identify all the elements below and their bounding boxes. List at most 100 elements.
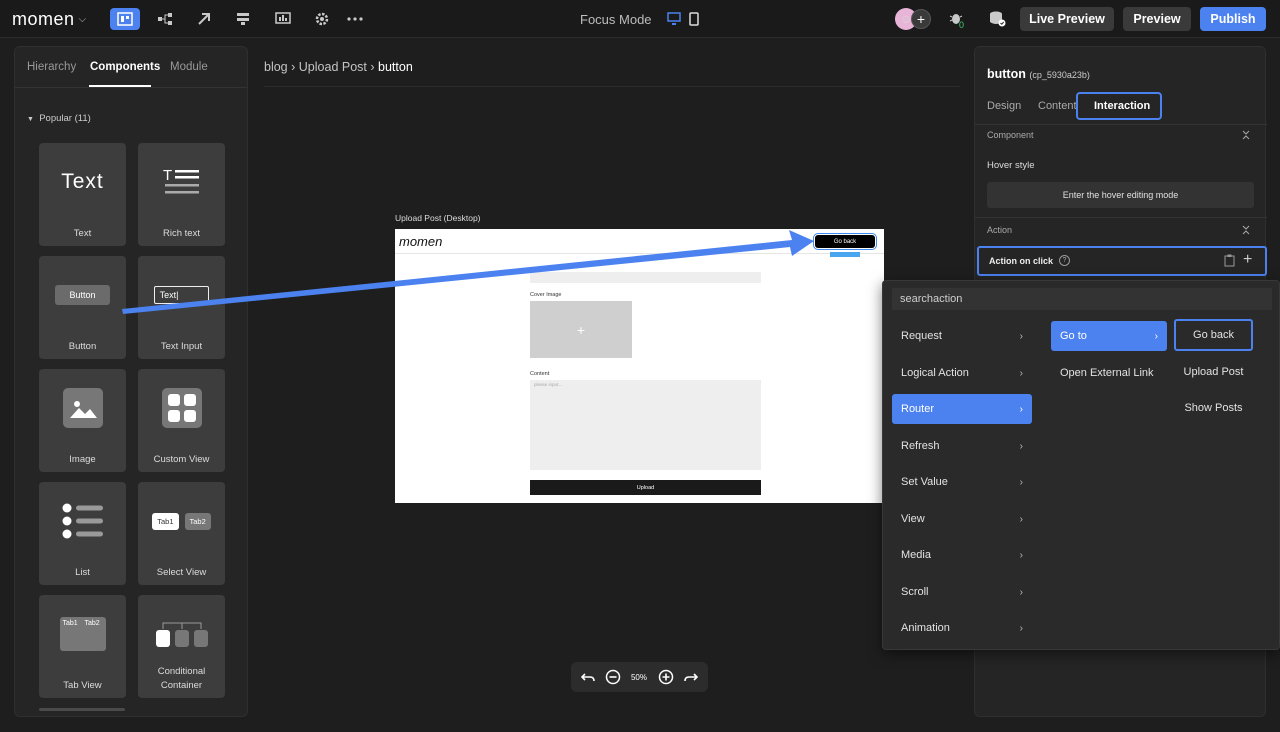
publish-button[interactable]: Publish (1200, 7, 1266, 31)
breadcrumb-upload-post[interactable]: Upload Post (299, 60, 367, 74)
tab-hierarchy[interactable]: Hierarchy (27, 61, 76, 73)
action-category-refresh[interactable]: Refresh › (892, 431, 1032, 461)
action-category-view[interactable]: View › (892, 504, 1032, 534)
go-back-button[interactable]: Go back (813, 233, 877, 250)
actionflow-icon[interactable] (189, 8, 219, 30)
live-preview-button[interactable]: Live Preview (1020, 7, 1114, 31)
title-input-field[interactable] (530, 272, 761, 283)
logo-text: momen (12, 8, 75, 29)
component-label: Text (73, 228, 92, 239)
component-button[interactable]: Button Button (39, 256, 126, 359)
action-on-click-row[interactable]: Action on click ? + (977, 246, 1267, 276)
more-icon[interactable] (340, 8, 370, 30)
tab-module[interactable]: Module (170, 61, 208, 73)
goto-target-show-posts[interactable]: Show Posts (1174, 392, 1253, 424)
invite-plus-icon[interactable]: + (911, 9, 931, 29)
action-category-request[interactable]: Request › (892, 321, 1032, 351)
component-label: Tab View (63, 680, 102, 691)
app-logo[interactable]: momen ⌵ (12, 7, 87, 31)
text-input-preview-text: Text (159, 290, 177, 300)
zoom-out-icon[interactable] (604, 662, 622, 692)
collapse-icon[interactable] (1241, 130, 1251, 140)
data-model-icon[interactable] (228, 8, 258, 30)
content-textarea[interactable]: please input... (530, 380, 761, 470)
component-list[interactable]: List (39, 482, 126, 585)
action-search-input[interactable] (892, 288, 1272, 310)
tabs-divider (975, 124, 1267, 125)
component-label: List (75, 567, 90, 578)
upload-button[interactable]: Upload (530, 480, 761, 495)
add-action-icon[interactable]: + (1243, 251, 1252, 269)
router-action-open-external-link[interactable]: Open External Link (1051, 358, 1167, 388)
action-category-logical[interactable]: Logical Action › (892, 358, 1032, 388)
preview-button[interactable]: Preview (1123, 7, 1191, 31)
dashboard-icon[interactable] (268, 8, 298, 30)
breadcrumb: blog › Upload Post › button (264, 60, 413, 74)
artboard-upload-post[interactable]: momen Go back Cover Image + Content plea… (395, 229, 884, 503)
tab-design[interactable]: Design (987, 100, 1021, 112)
section-divider (975, 217, 1267, 218)
database-check-icon[interactable] (982, 8, 1012, 30)
custom-view-icon (138, 369, 225, 447)
action-category-scroll[interactable]: Scroll › (892, 577, 1032, 607)
component-name: button (987, 67, 1026, 81)
artboard-logo: momen (399, 234, 443, 249)
hover-editing-button[interactable]: Enter the hover editing mode (987, 182, 1254, 208)
component-tab-view[interactable]: Tab1 Tab2 Tab View (39, 595, 126, 698)
artboard-title[interactable]: Upload Post (Desktop) (395, 213, 481, 223)
tab-components[interactable]: Components (90, 61, 160, 73)
artboard-header-divider (395, 253, 884, 254)
gear-icon[interactable] (307, 8, 337, 30)
logic-flow-icon[interactable] (150, 8, 180, 30)
action-category-set-value[interactable]: Set Value › (892, 467, 1032, 497)
popular-group-label: Popular (11) (39, 113, 91, 124)
redo-icon[interactable] (682, 662, 700, 692)
action-section-header[interactable]: Action (987, 225, 1012, 235)
component-conditional-container[interactable]: Conditional Container (138, 595, 225, 698)
component-text-input[interactable]: Text| Text Input (138, 256, 225, 359)
component-rich-text[interactable]: T Rich text (138, 143, 225, 246)
component-section-header[interactable]: Component (987, 130, 1034, 140)
router-action-go-to[interactable]: Go to › (1051, 321, 1167, 351)
mobile-icon[interactable] (686, 11, 702, 27)
category-label: Set Value (901, 476, 948, 488)
popular-group-header[interactable]: ▼ Popular (11) (27, 113, 91, 124)
scrollbar[interactable] (39, 708, 125, 711)
component-image[interactable]: Image (39, 369, 126, 472)
goto-target-upload-post[interactable]: Upload Post (1174, 356, 1253, 388)
pages-icon[interactable] (110, 8, 140, 30)
action-category-animation[interactable]: Animation › (892, 613, 1032, 643)
content-placeholder: please input... (534, 382, 563, 387)
component-select-view[interactable]: Tab1 Tab2 Select View (138, 482, 225, 585)
breadcrumb-current: button (378, 60, 413, 74)
desktop-icon[interactable] (666, 11, 682, 27)
select-view-tab1: Tab1 (152, 512, 179, 530)
component-label: Container (160, 680, 203, 691)
component-label: Rich text (163, 228, 200, 239)
svg-text:T: T (163, 167, 172, 184)
tab-content[interactable]: Content (1038, 100, 1077, 112)
focus-mode-label[interactable]: Focus Mode (580, 12, 652, 27)
help-icon[interactable]: ? (1059, 255, 1070, 266)
chevron-right-icon: › (1019, 513, 1023, 525)
zoom-level[interactable]: 50% (627, 662, 651, 692)
goto-target-go-back[interactable]: Go back (1174, 319, 1253, 351)
rich-text-icon: T (138, 143, 225, 221)
component-text[interactable]: Text Text (39, 143, 126, 246)
zoom-in-icon[interactable] (657, 662, 675, 692)
component-custom-view[interactable]: Custom View (138, 369, 225, 472)
breadcrumb-blog[interactable]: blog (264, 60, 288, 74)
paste-icon[interactable] (1224, 254, 1236, 272)
collapse-icon[interactable] (1241, 225, 1251, 235)
chevron-right-icon: › (1019, 622, 1023, 634)
undo-icon[interactable] (579, 662, 597, 692)
action-category-router[interactable]: Router › (892, 394, 1032, 424)
action-category-media[interactable]: Media › (892, 540, 1032, 570)
tab-view-tab2: Tab2 (84, 620, 100, 627)
bug-icon[interactable]: 0 (942, 8, 972, 30)
chevron-right-icon: › (1154, 330, 1158, 342)
component-label: Conditional (157, 666, 206, 677)
text-input-preview-glyph: Text| (153, 286, 210, 304)
cover-image-upload[interactable]: + (530, 301, 632, 358)
breadcrumb-separator: › (370, 60, 375, 74)
